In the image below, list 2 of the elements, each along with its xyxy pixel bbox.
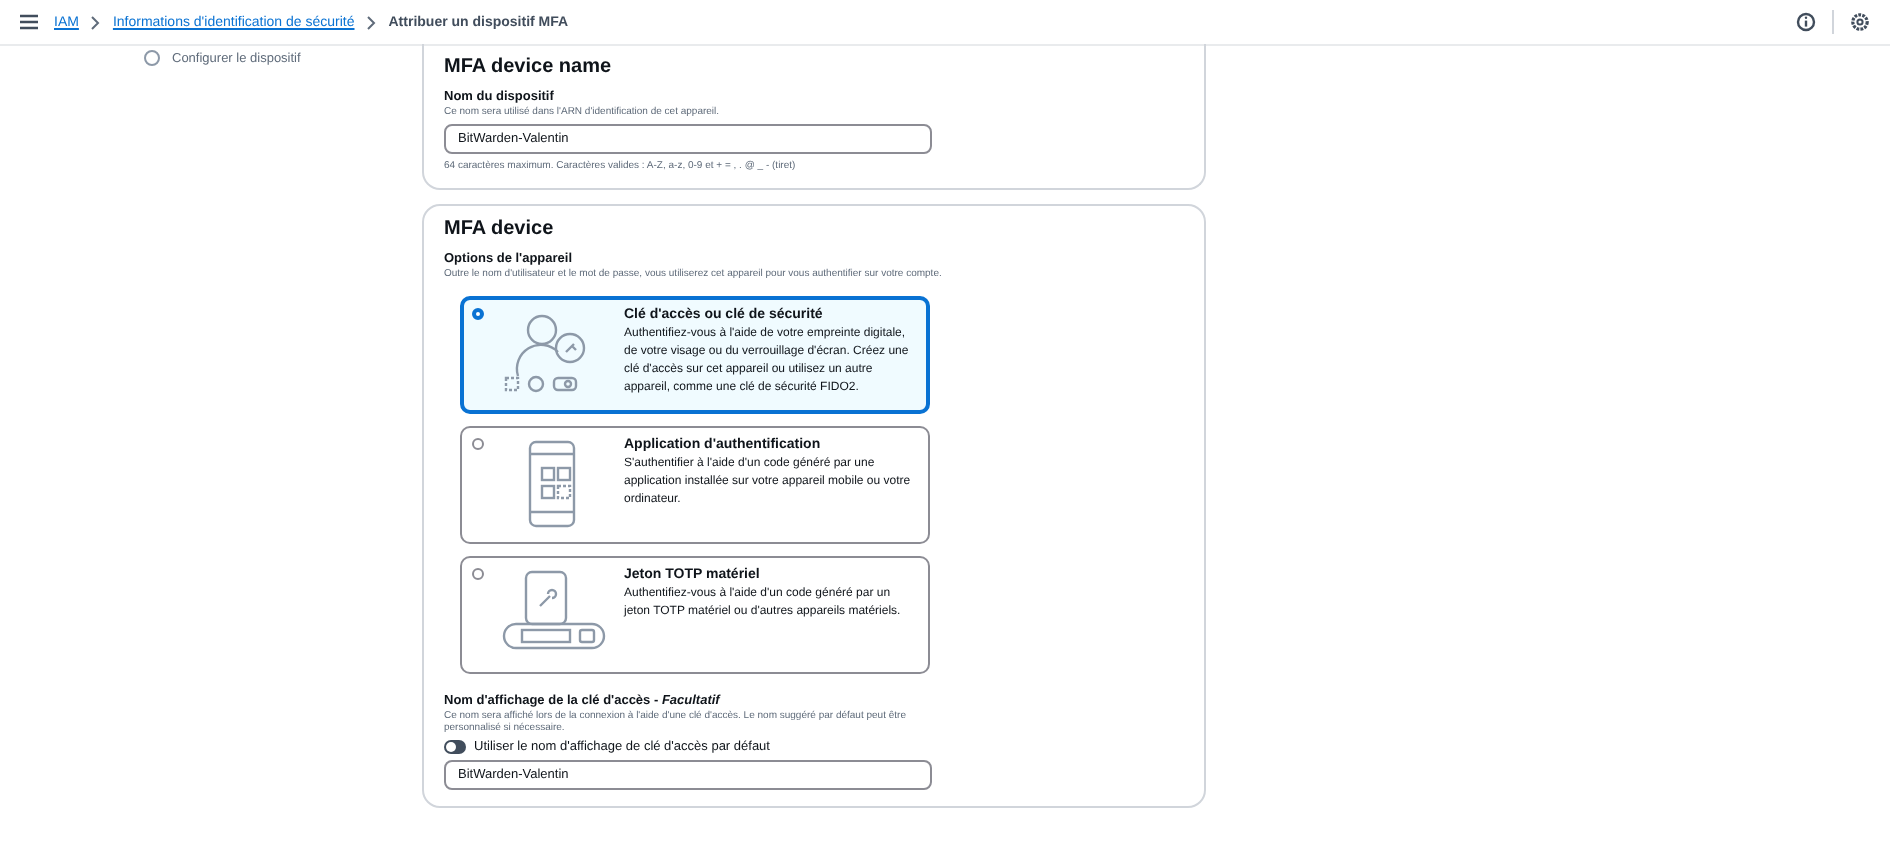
section-title: MFA device name [444,56,614,78]
section-title: MFA device [444,218,556,240]
